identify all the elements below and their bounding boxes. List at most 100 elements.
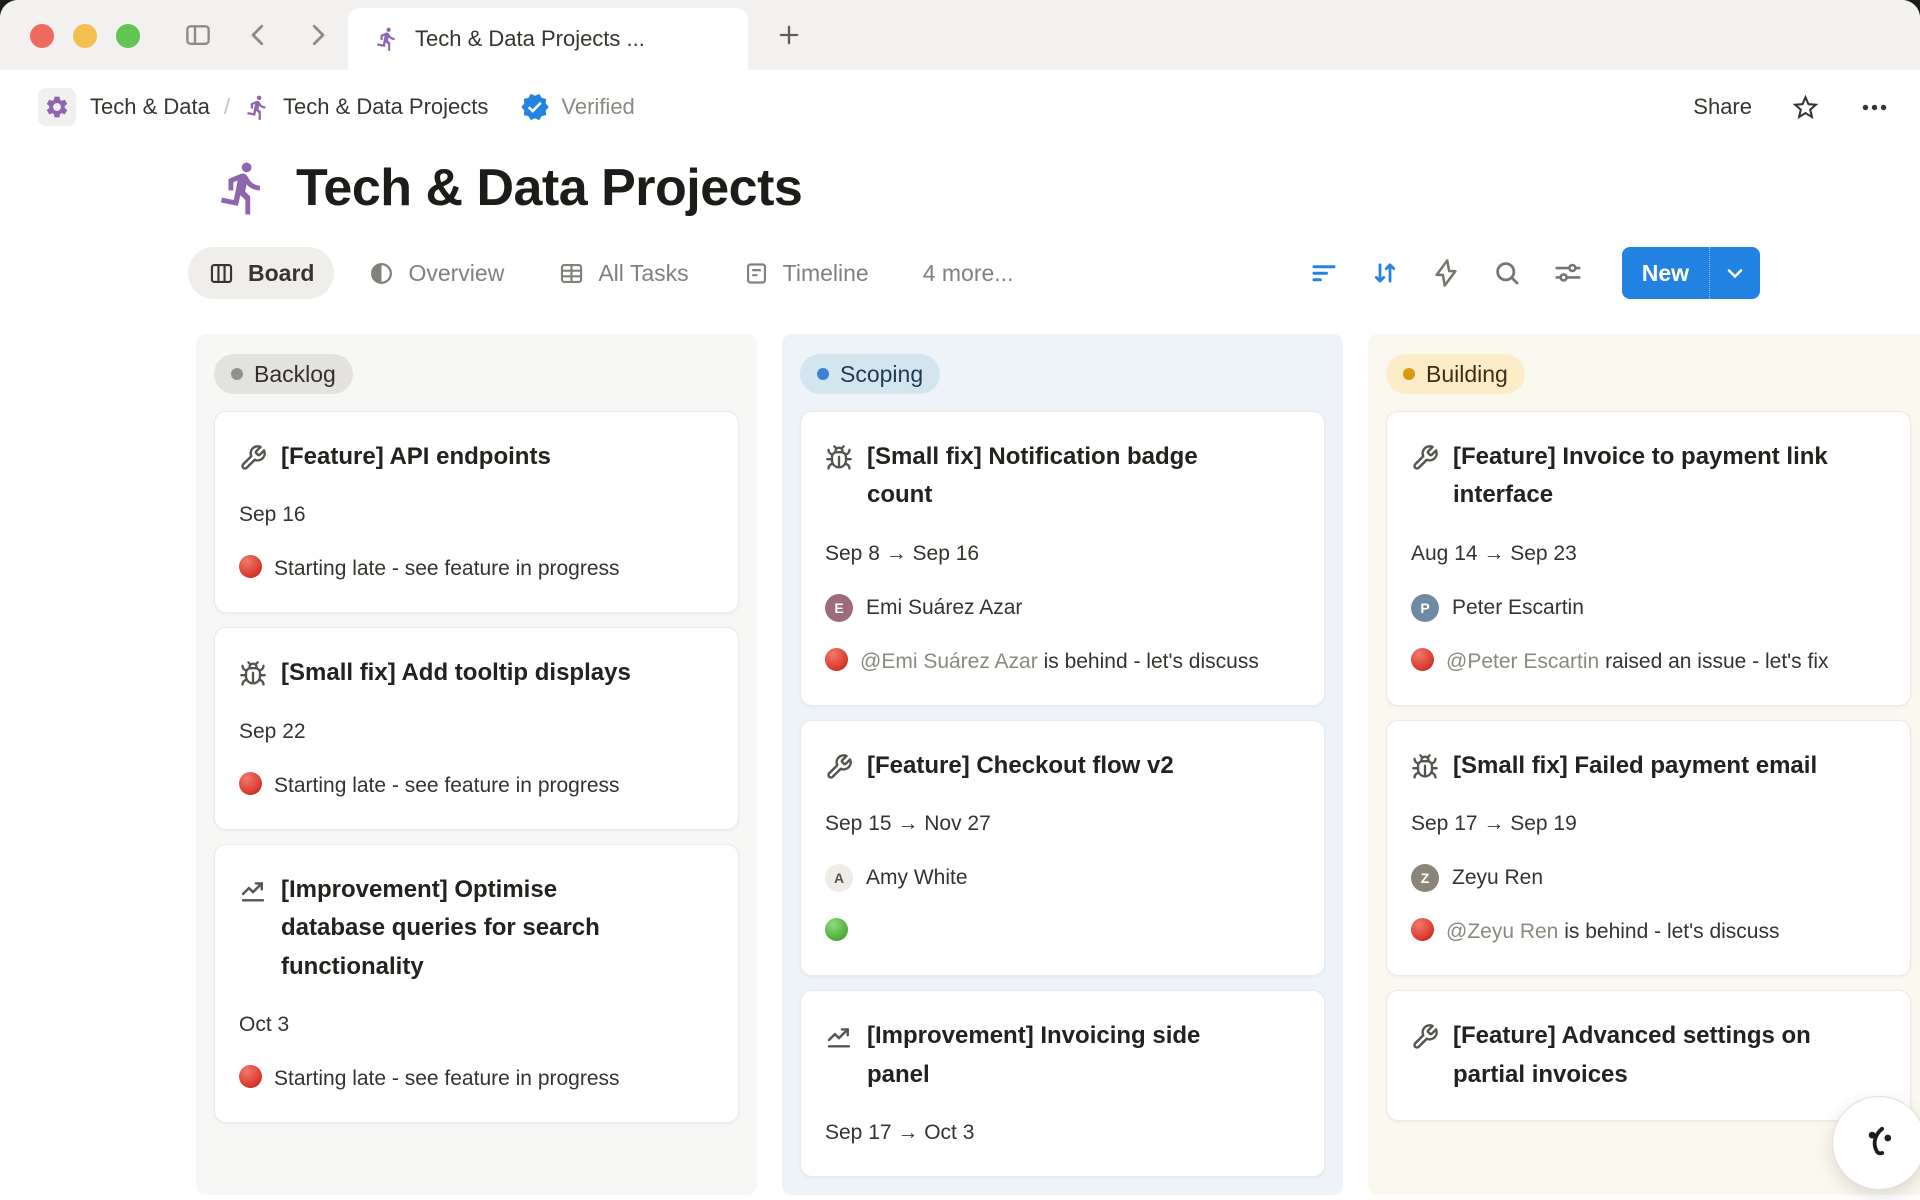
board-column-building: Building [Feature] Invoice to payment lin… <box>1368 334 1920 1195</box>
column-header-pill[interactable]: Backlog <box>214 354 353 394</box>
new-button[interactable]: New <box>1622 247 1760 299</box>
task-card[interactable]: [Small fix] Failed payment emailSep 17 →… <box>1386 720 1911 976</box>
task-card[interactable]: [Small fix] Notification badge count Sep … <box>800 411 1325 706</box>
task-card[interactable]: [Small fix] Add tooltip displaysSep 22St… <box>214 627 739 829</box>
browser-tab[interactable]: Tech & Data Projects ... <box>348 8 748 70</box>
status-mention: @Zeyu Ren <box>1446 920 1558 943</box>
avatar: A <box>825 864 853 892</box>
card-list: [Feature] API endpointsSep 16Starting la… <box>214 411 739 1123</box>
more-options-icon[interactable] <box>1859 92 1890 123</box>
column-header-pill[interactable]: Scoping <box>800 354 940 394</box>
card-date: Aug 14 → Sep 23 <box>1411 537 1886 571</box>
board-column-scoping: Scoping [Small fix] Notification badge co… <box>782 334 1343 1195</box>
close-window-button[interactable] <box>30 24 54 48</box>
zoom-window-button[interactable] <box>116 24 140 48</box>
bug-icon <box>825 444 853 472</box>
lightning-icon[interactable] <box>1431 258 1461 288</box>
tab-all-tasks[interactable]: All Tasks <box>538 247 708 299</box>
card-title: [Improvement] Invoicing side panel <box>867 1017 1300 1094</box>
tune-icon[interactable] <box>1553 258 1583 288</box>
card-header: [Small fix] Notification badge count <box>825 438 1300 515</box>
red-circle-icon <box>1411 648 1434 671</box>
red-circle-icon <box>825 648 848 671</box>
breadcrumb: Tech & Data / Tech & Data Projects Verif… <box>0 70 1920 144</box>
card-title: [Small fix] Failed payment email <box>1453 747 1869 785</box>
card-header: [Small fix] Add tooltip displays <box>239 654 714 692</box>
card-title: [Feature] API endpoints <box>281 438 603 476</box>
column-name: Backlog <box>254 361 336 388</box>
red-circle-icon <box>1411 918 1434 941</box>
board-toolbar: New <box>1309 247 1760 299</box>
card-header: [Feature] API endpoints <box>239 438 714 476</box>
card-header: [Improvement] Invoicing side panel <box>825 1017 1300 1094</box>
chevron-down-icon <box>1723 261 1747 285</box>
new-tab-icon[interactable] <box>775 21 803 49</box>
task-card[interactable]: [Improvement] Invoicing side panelSep 17… <box>800 990 1325 1177</box>
verified-badge[interactable]: Verified <box>520 92 634 122</box>
card-status: @Peter Escartin raised an issue - let's … <box>1411 645 1886 679</box>
card-header: [Feature] Advanced settings on partial i… <box>1411 1017 1886 1094</box>
card-header: [Feature] Invoice to payment link interf… <box>1411 438 1886 515</box>
card-date: Oct 3 <box>239 1008 714 1042</box>
filter-icon[interactable] <box>1309 258 1339 288</box>
sidebar-toggle-icon[interactable] <box>183 20 213 50</box>
tab-board[interactable]: Board <box>188 247 334 299</box>
new-button-label[interactable]: New <box>1622 247 1709 299</box>
breadcrumb-separator: / <box>224 94 230 120</box>
task-card[interactable]: [Improvement] Optimise database queries … <box>214 844 739 1123</box>
breadcrumb-item-current[interactable]: Tech & Data Projects <box>283 94 488 120</box>
column-header-pill[interactable]: Building <box>1386 354 1525 394</box>
wrench-icon <box>239 444 267 472</box>
status-mention: @Peter Escartin <box>1446 650 1599 673</box>
card-title: [Feature] Advanced settings on partial i… <box>1453 1017 1886 1094</box>
task-card[interactable]: [Feature] Invoice to payment link interf… <box>1386 411 1911 706</box>
card-status: @Emi Suárez Azar is behind - let's discu… <box>825 645 1300 679</box>
breadcrumb-root-chip[interactable] <box>38 88 76 126</box>
tab-label: Board <box>248 260 314 287</box>
tab-title: Tech & Data Projects ... <box>415 26 645 52</box>
tab-overview[interactable]: Overview <box>348 247 524 299</box>
card-date: Sep 8 → Sep 16 <box>825 537 1300 571</box>
card-status: Starting late - see feature in progress <box>239 552 714 586</box>
status-text: is behind - let's discuss <box>1564 920 1779 943</box>
assignee-name: Amy White <box>866 861 968 895</box>
status-dot-icon <box>817 368 829 380</box>
card-assignee: PPeter Escartin <box>1411 591 1886 625</box>
tab-more-views[interactable]: 4 more... <box>903 247 1034 299</box>
share-button[interactable]: Share <box>1693 94 1752 120</box>
tab-label: All Tasks <box>598 260 688 287</box>
status-dot-icon <box>231 368 243 380</box>
task-card[interactable]: [Feature] Advanced settings on partial i… <box>1386 990 1911 1121</box>
board-column-backlog: Backlog [Feature] API endpointsSep 16Star… <box>196 334 757 1195</box>
task-card[interactable]: [Feature] Checkout flow v2Sep 15 → Nov 2… <box>800 720 1325 976</box>
assignee-name: Zeyu Ren <box>1452 861 1543 895</box>
search-icon[interactable] <box>1492 258 1522 288</box>
minimize-window-button[interactable] <box>73 24 97 48</box>
status-mention: @Emi Suárez Azar <box>860 650 1038 673</box>
bug-icon <box>239 660 267 688</box>
task-card[interactable]: [Feature] API endpointsSep 16Starting la… <box>214 411 739 613</box>
traffic-lights <box>30 24 140 48</box>
breadcrumb-item-root[interactable]: Tech & Data <box>90 94 210 120</box>
red-circle-icon <box>239 555 262 578</box>
status-text: raised an issue - let's fix <box>1605 650 1828 673</box>
views-toolbar-row: Board Overview All Tasks Timeline 4 more… <box>0 246 1920 300</box>
new-button-dropdown[interactable] <box>1709 247 1760 299</box>
card-status: @Zeyu Ren is behind - let's discuss <box>1411 915 1886 949</box>
green-circle-icon <box>825 918 848 941</box>
card-status <box>825 915 1300 949</box>
ai-assistant-button[interactable] <box>1832 1096 1920 1190</box>
forward-icon[interactable] <box>303 20 333 50</box>
card-title: [Small fix] Notification badge count <box>867 438 1300 515</box>
favorite-star-icon[interactable] <box>1790 92 1821 123</box>
chart-icon <box>825 1023 853 1051</box>
status-text: Starting late - see feature in progress <box>274 1067 620 1090</box>
tab-label: Timeline <box>783 260 869 287</box>
wrench-icon <box>1411 1023 1439 1051</box>
back-icon[interactable] <box>243 20 273 50</box>
tab-timeline[interactable]: Timeline <box>723 247 889 299</box>
sort-icon[interactable] <box>1370 258 1400 288</box>
card-header: [Improvement] Optimise database queries … <box>239 871 714 986</box>
wrench-icon <box>1411 444 1439 472</box>
ai-face-icon <box>1856 1120 1902 1166</box>
